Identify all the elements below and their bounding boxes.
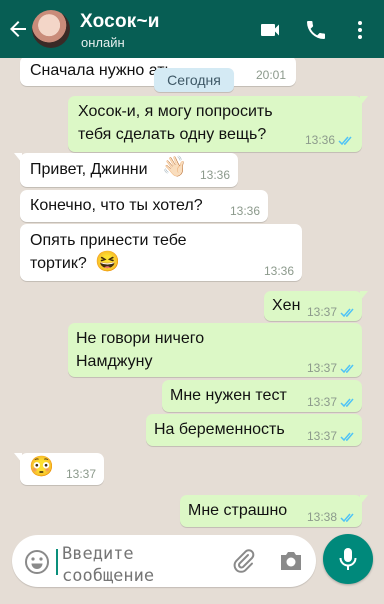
contact-name[interactable]: Хосок~и [80, 11, 160, 33]
message-time: 13:37 [306, 429, 337, 443]
waving-hand-emoji: 👋🏻 [162, 156, 187, 178]
message-outgoing[interactable]: Мне нужен тест 13:37 [162, 380, 362, 412]
date-chip: Сегодня [154, 68, 234, 92]
message-time: 13:36 [304, 133, 335, 147]
message-outgoing[interactable]: Хен 13:37 [264, 291, 368, 321]
flushed-emoji: 😳 [29, 456, 54, 478]
message-incoming[interactable]: Конечно, что ты хотел? 13:36 [20, 190, 268, 222]
message-outgoing[interactable]: На беременность 13:37 [146, 414, 362, 446]
message-time: 13:37 [65, 467, 96, 481]
message-time: 20:01 [255, 68, 286, 82]
message-time: 13:37 [306, 305, 337, 319]
double-check-icon [340, 432, 354, 442]
message-time: 13:36 [263, 264, 294, 278]
message-incoming[interactable]: Привет, Джинни 👋🏻 13:36 [14, 153, 238, 187]
double-check-icon [340, 364, 354, 374]
message-text-line: Опять принести тебе [30, 232, 187, 249]
message-text: Сначала нужно ать [30, 62, 173, 79]
message-time: 13:37 [306, 395, 337, 409]
message-time: 13:36 [199, 168, 230, 182]
message-text: Мне нужен тест [170, 387, 287, 404]
double-check-icon [338, 136, 352, 146]
message-text-line: тортик? [30, 255, 87, 272]
camera-icon[interactable] [278, 549, 304, 573]
message-time: 13:38 [306, 510, 337, 524]
message-outgoing[interactable]: Мне страшно 13:38 [180, 495, 368, 527]
arrow-left-icon[interactable] [6, 17, 30, 41]
message-time: 13:37 [306, 361, 337, 375]
video-camera-icon[interactable] [258, 18, 282, 42]
message-text: На беременность [154, 421, 285, 438]
message-text: Конечно, что ты хотел? [30, 197, 203, 214]
double-check-icon [340, 308, 354, 318]
message-list[interactable]: Сначала нужно ать 20:01 Сегодня Хосок-и,… [0, 58, 384, 534]
chat-header: Хосок~и онлайн [0, 0, 384, 58]
message-text-line: Намджуну [76, 353, 153, 370]
contact-status: онлайн [81, 35, 125, 50]
microphone-icon [339, 548, 357, 570]
message-text-line: Хосок-и, я могу попросить [78, 103, 273, 120]
phone-icon[interactable] [304, 18, 328, 42]
message-text-line: Не говори ничего [76, 330, 205, 347]
laughing-emoji: 😆 [95, 251, 120, 273]
avatar[interactable] [32, 10, 70, 48]
text-cursor [56, 549, 58, 575]
voice-record-button[interactable] [323, 534, 373, 584]
more-vertical-icon[interactable] [348, 18, 372, 42]
message-time: 13:36 [229, 204, 260, 218]
message-text-line: тебя сделать одну вещь? [78, 126, 267, 143]
paperclip-icon[interactable] [232, 548, 256, 574]
message-incoming[interactable]: Опять принести тебе тортик? 😆 13:36 [20, 224, 302, 281]
message-input[interactable] [62, 543, 222, 587]
message-outgoing[interactable]: Не говори ничего Намджуну 13:37 [68, 323, 362, 377]
double-check-icon [340, 513, 354, 523]
message-text: Привет, Джинни [30, 161, 148, 178]
message-text: Мне страшно [188, 502, 288, 519]
message-incoming[interactable]: 😳 13:37 [14, 453, 104, 485]
message-text: Хен [272, 297, 301, 314]
emoji-smile-icon[interactable] [24, 549, 50, 575]
double-check-icon [340, 398, 354, 408]
message-composer [12, 535, 316, 587]
message-outgoing[interactable]: Хосок-и, я могу попросить тебя сделать о… [68, 96, 368, 152]
